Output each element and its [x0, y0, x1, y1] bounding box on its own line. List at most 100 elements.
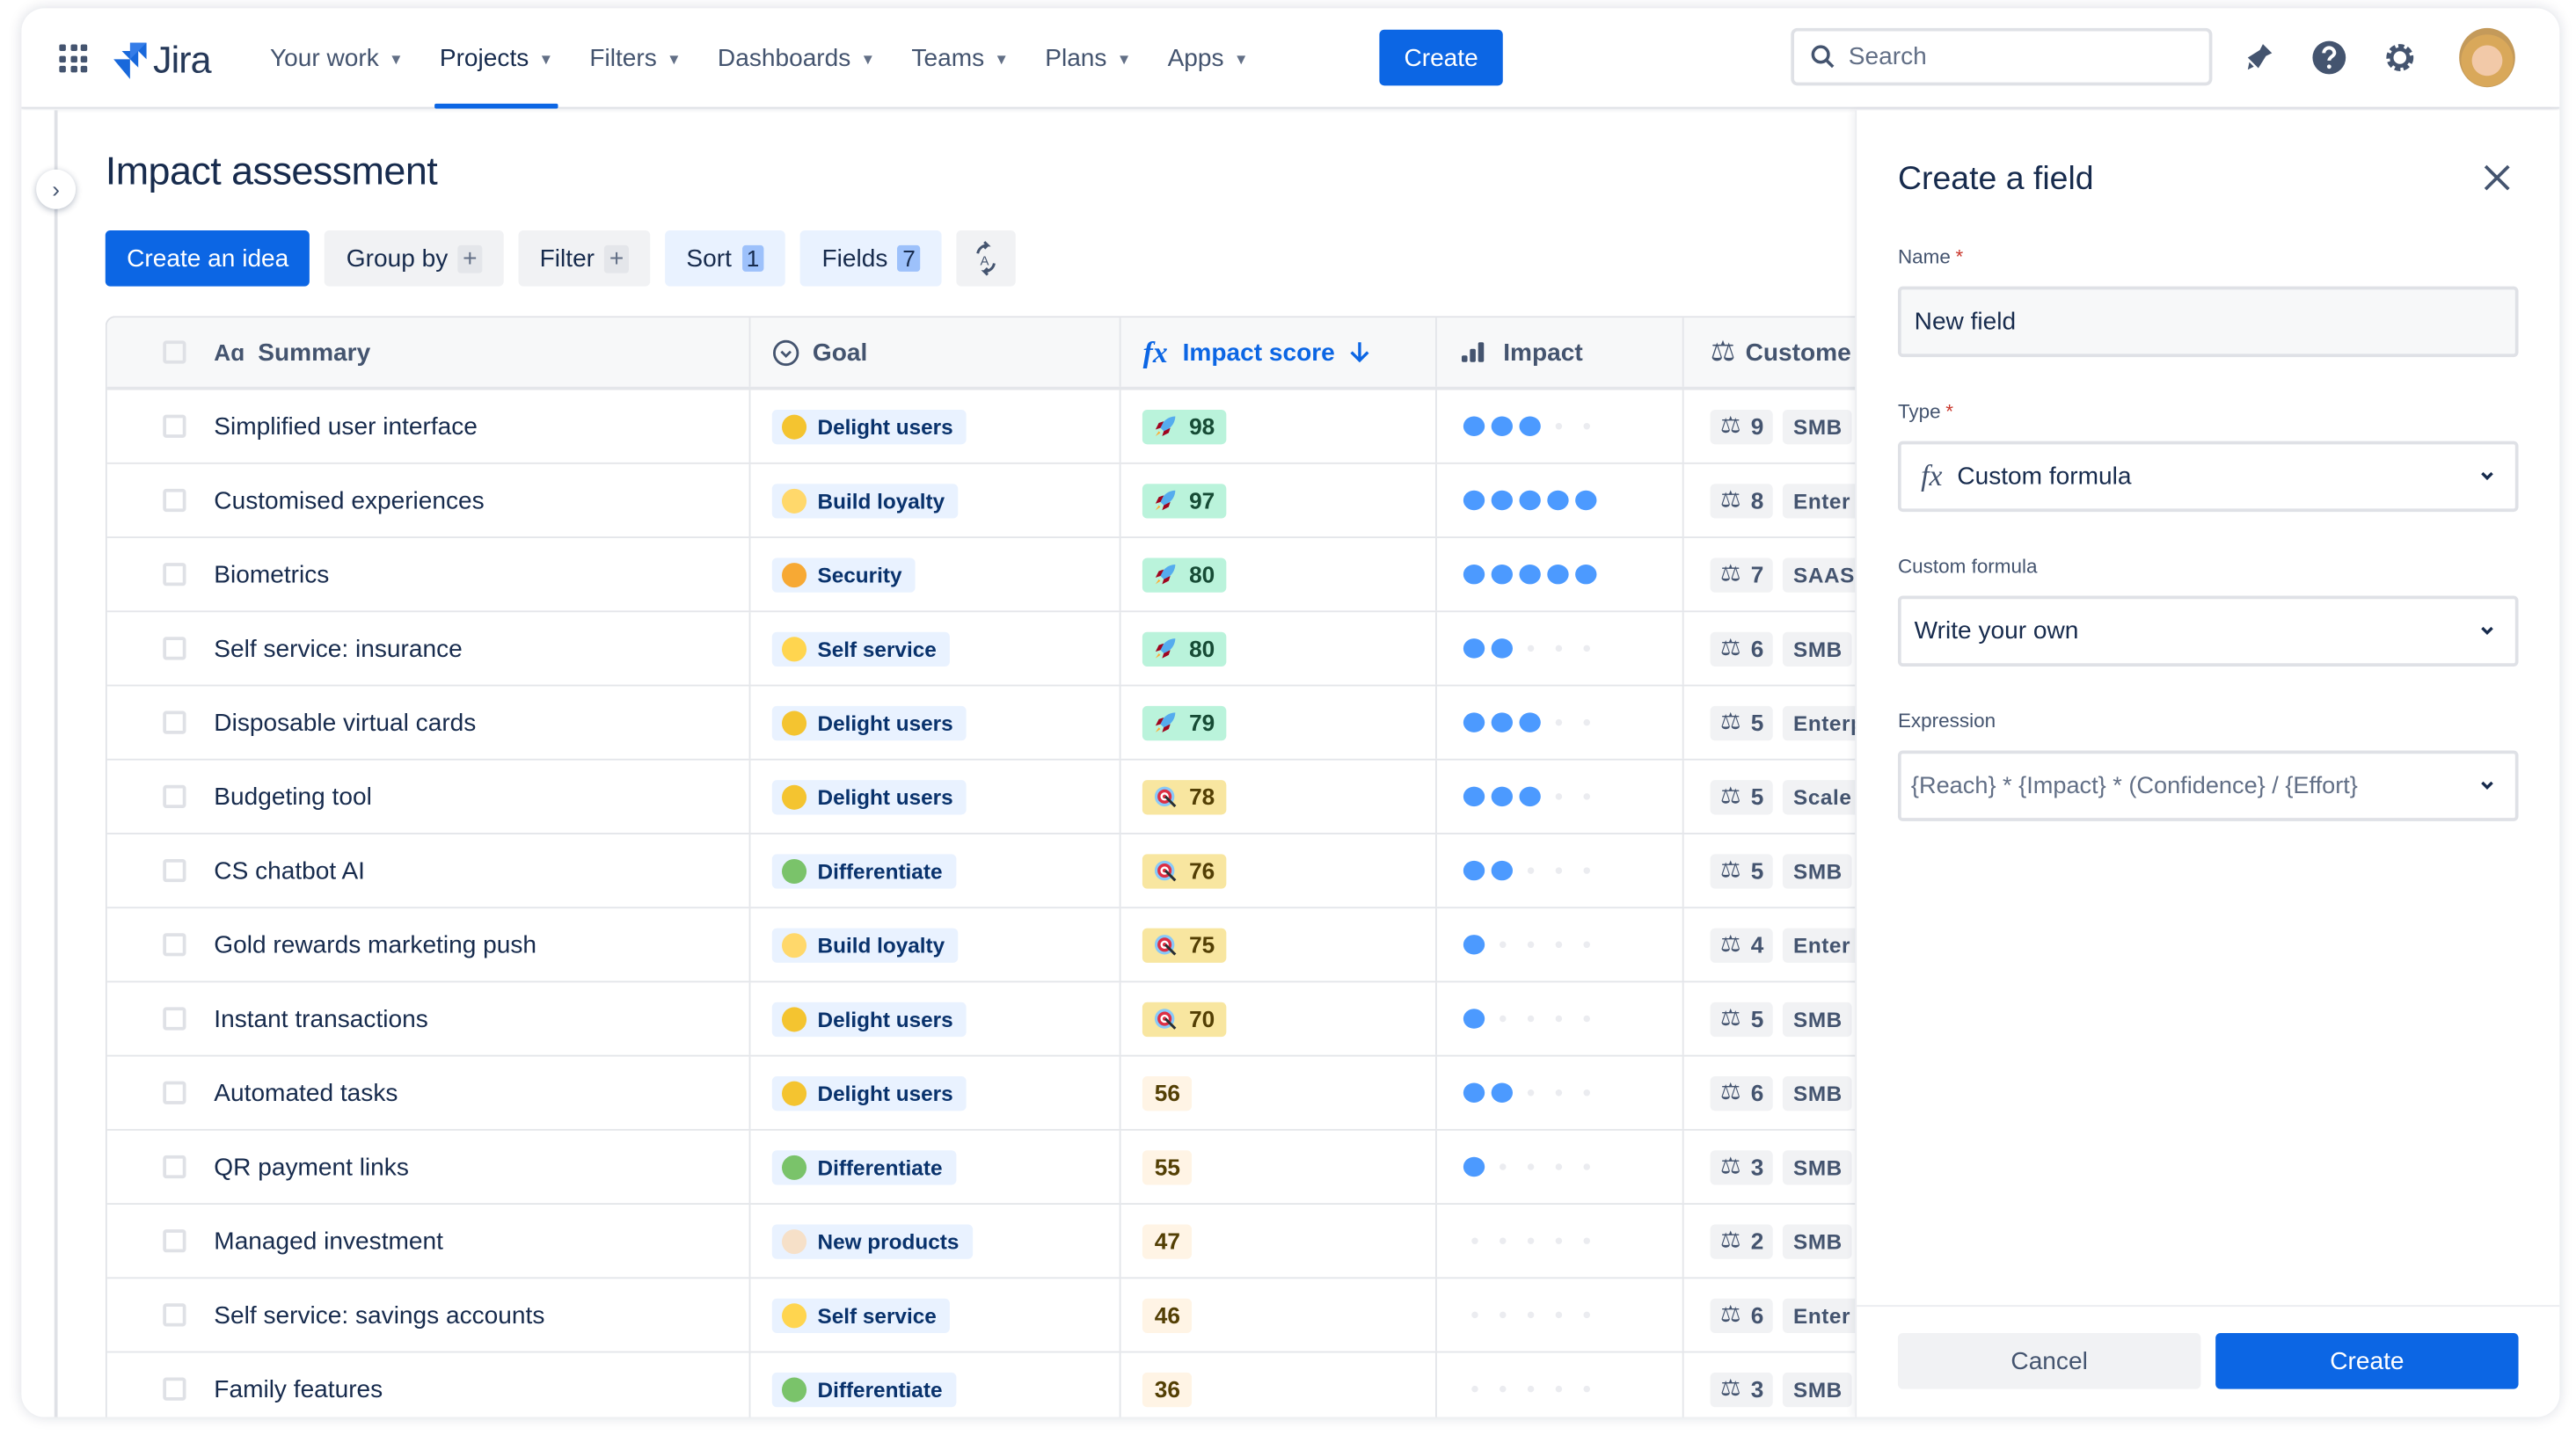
impact-cell[interactable] — [1437, 686, 1684, 759]
goal-cell[interactable]: Delight users — [750, 982, 1122, 1055]
summary-cell[interactable]: QR payment links — [107, 1130, 750, 1204]
goal-cell[interactable]: New products — [750, 1205, 1122, 1278]
goal-cell[interactable]: Delight users — [750, 686, 1122, 759]
goal-cell[interactable]: Build loyalty — [750, 463, 1122, 537]
goal-tag[interactable]: Build loyalty — [771, 927, 959, 962]
impact-rating[interactable] — [1461, 564, 1601, 585]
goal-tag[interactable]: Delight users — [771, 704, 967, 740]
impact-rating[interactable] — [1461, 1082, 1601, 1103]
table-row[interactable]: Gold rewards marketing push Build loyalty… — [106, 908, 1900, 983]
goal-cell[interactable]: Self service — [750, 1279, 1122, 1352]
goal-tag[interactable]: Build loyalty — [771, 483, 959, 518]
impact-cell[interactable] — [1437, 834, 1684, 907]
table-row[interactable]: Self service: insurance Self service 80 ⚖ 6 S… — [106, 612, 1900, 687]
table-row[interactable]: Managed investment New products 47 ⚖ 2 SMB — [106, 1205, 1900, 1279]
column-goal[interactable]: Goal — [750, 317, 1122, 387]
app-switcher-icon[interactable] — [59, 44, 88, 73]
goal-cell[interactable]: Delight users — [750, 390, 1122, 463]
goal-cell[interactable]: Self service — [750, 612, 1122, 685]
row-checkbox[interactable] — [163, 710, 186, 734]
table-row[interactable]: Disposable virtual cards Delight users 79 ⚖… — [106, 686, 1900, 761]
arrow-down-icon[interactable] — [1348, 340, 1371, 363]
row-checkbox[interactable] — [163, 1081, 186, 1104]
table-row[interactable]: Automated tasks Delight users 56 ⚖ 6 SMB — [106, 1056, 1900, 1131]
impact-rating[interactable] — [1461, 1237, 1601, 1244]
row-checkbox[interactable] — [163, 784, 186, 808]
nav-item-your-work[interactable]: Your work ▼ — [252, 8, 421, 108]
select-all-checkbox[interactable] — [163, 340, 186, 364]
nav-item-dashboards[interactable]: Dashboards ▼ — [699, 8, 893, 108]
impact-rating[interactable] — [1461, 1311, 1601, 1319]
impact-rating[interactable] — [1461, 490, 1601, 511]
goal-tag[interactable]: Delight users — [771, 779, 967, 814]
impact-cell[interactable] — [1437, 908, 1684, 981]
goal-tag[interactable]: Delight users — [771, 1001, 967, 1037]
row-checkbox[interactable] — [163, 414, 186, 438]
table-row[interactable]: Customised experiences Build loyalty 97 ⚖ 8 E… — [106, 463, 1900, 539]
table-row[interactable]: Instant transactions Delight users 70 ⚖ 5 SMB — [106, 982, 1900, 1057]
impact-cell[interactable] — [1437, 1130, 1684, 1204]
summary-cell[interactable]: Simplified user interface — [107, 390, 750, 463]
summary-cell[interactable]: Disposable virtual cards — [107, 686, 750, 759]
impact-cell[interactable] — [1437, 1205, 1684, 1278]
goal-cell[interactable]: Differentiate — [750, 1130, 1122, 1204]
summary-cell[interactable]: Family features — [107, 1352, 750, 1417]
goal-tag[interactable]: Self service — [771, 630, 950, 667]
summary-cell[interactable]: Gold rewards marketing push — [107, 908, 750, 981]
nav-item-apps[interactable]: Apps ▼ — [1149, 8, 1266, 108]
summary-cell[interactable]: Self service: insurance — [107, 612, 750, 685]
impact-rating[interactable] — [1461, 712, 1601, 732]
table-row[interactable]: Budgeting tool Delight users 78 ⚖ 5 Scale — [106, 760, 1900, 834]
goal-tag[interactable]: Differentiate — [771, 1149, 956, 1184]
expand-sidebar-button[interactable]: › — [36, 169, 77, 209]
impact-rating[interactable] — [1461, 1009, 1601, 1029]
row-checkbox[interactable] — [163, 1377, 186, 1401]
impact-rating[interactable] — [1461, 935, 1601, 955]
goal-tag[interactable]: Differentiate — [771, 853, 956, 888]
row-checkbox[interactable] — [163, 1007, 186, 1031]
impact-rating[interactable] — [1461, 1385, 1601, 1393]
row-checkbox[interactable] — [163, 637, 186, 660]
summary-cell[interactable]: CS chatbot AI — [107, 834, 750, 907]
goal-cell[interactable]: Differentiate — [750, 834, 1122, 907]
table-row[interactable]: QR payment links Differentiate 55 ⚖ 3 SMB — [106, 1130, 1900, 1206]
search-input[interactable]: Search — [1791, 27, 2213, 86]
goal-cell[interactable]: Delight users — [750, 760, 1122, 834]
impact-rating[interactable] — [1461, 786, 1601, 807]
filter-button[interactable]: Filter + — [518, 230, 651, 287]
column-impact[interactable]: Impact — [1437, 317, 1684, 387]
impact-cell[interactable] — [1437, 390, 1684, 463]
nav-item-filters[interactable]: Filters ▼ — [572, 8, 700, 108]
notifications-icon[interactable] — [2240, 40, 2276, 76]
row-checkbox[interactable] — [163, 488, 186, 513]
table-row[interactable]: Simplified user interface Delight users 98… — [106, 390, 1900, 464]
create-button[interactable]: Create — [1379, 29, 1503, 86]
autosort-button[interactable]: A — [956, 230, 1016, 287]
impact-cell[interactable] — [1437, 760, 1684, 834]
impact-rating[interactable] — [1461, 1156, 1601, 1177]
impact-rating[interactable] — [1461, 416, 1601, 436]
help-icon[interactable] — [2311, 40, 2347, 76]
goal-tag[interactable]: New products — [771, 1223, 973, 1258]
table-row[interactable]: Biometrics Security 80 ⚖ 7 SAAS — [106, 538, 1900, 613]
goal-cell[interactable]: Differentiate — [750, 1352, 1122, 1417]
type-select[interactable]: fx Custom formula — [1897, 441, 2519, 513]
table-row[interactable]: CS chatbot AI Differentiate 76 ⚖ 5 SMB — [106, 834, 1900, 909]
column-summary[interactable]: Aɑ Summary — [107, 317, 750, 387]
create-idea-button[interactable]: Create an idea — [105, 230, 310, 287]
row-checkbox[interactable] — [163, 933, 186, 957]
impact-cell[interactable] — [1437, 1056, 1684, 1129]
summary-cell[interactable]: Budgeting tool — [107, 760, 750, 834]
nav-item-projects[interactable]: Projects ▼ — [421, 8, 572, 109]
impact-cell[interactable] — [1437, 982, 1684, 1055]
fields-button[interactable]: Fields 7 — [800, 230, 942, 287]
settings-icon[interactable] — [2382, 40, 2418, 76]
create-field-button[interactable]: Create — [2215, 1332, 2519, 1389]
summary-cell[interactable]: Managed investment — [107, 1205, 750, 1278]
goal-cell[interactable]: Build loyalty — [750, 908, 1122, 981]
row-checkbox[interactable] — [163, 1303, 186, 1327]
custom-formula-select[interactable]: Write your own — [1897, 595, 2519, 667]
jira-logo[interactable]: Jira — [112, 38, 212, 83]
goal-tag[interactable]: Delight users — [771, 1075, 967, 1111]
summary-cell[interactable]: Self service: savings accounts — [107, 1279, 750, 1352]
